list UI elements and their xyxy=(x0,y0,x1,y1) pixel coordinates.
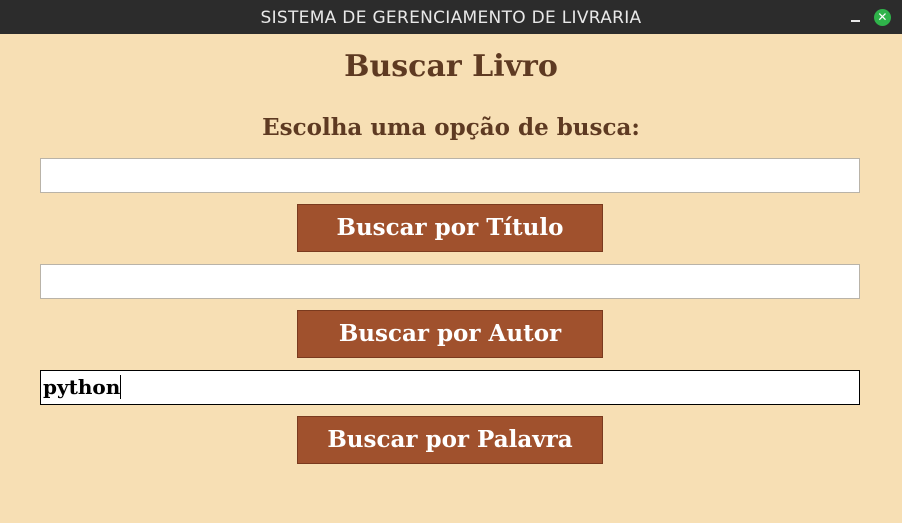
search-options-label: Escolha uma opção de busca: xyxy=(262,114,640,141)
search-by-title-button[interactable]: Buscar por Título xyxy=(297,204,603,252)
author-search-input[interactable] xyxy=(40,264,860,299)
close-icon[interactable]: ✕ xyxy=(874,9,891,26)
minimize-icon[interactable] xyxy=(849,9,863,25)
search-by-author-button[interactable]: Buscar por Autor xyxy=(297,310,603,358)
window-titlebar[interactable]: SISTEMA DE GERENCIAMENTO DE LIVRARIA ✕ xyxy=(0,0,902,34)
search-by-keyword-button[interactable]: Buscar por Palavra xyxy=(297,416,603,464)
window-title: SISTEMA DE GERENCIAMENTO DE LIVRARIA xyxy=(260,8,642,28)
keyword-search-input[interactable]: python xyxy=(40,370,860,405)
page-title: Buscar Livro xyxy=(344,49,558,84)
title-search-input[interactable] xyxy=(40,158,860,193)
app-window: SISTEMA DE GERENCIAMENTO DE LIVRARIA ✕ B… xyxy=(0,0,902,523)
text-cursor xyxy=(120,375,122,399)
keyword-search-value: python xyxy=(43,375,121,399)
